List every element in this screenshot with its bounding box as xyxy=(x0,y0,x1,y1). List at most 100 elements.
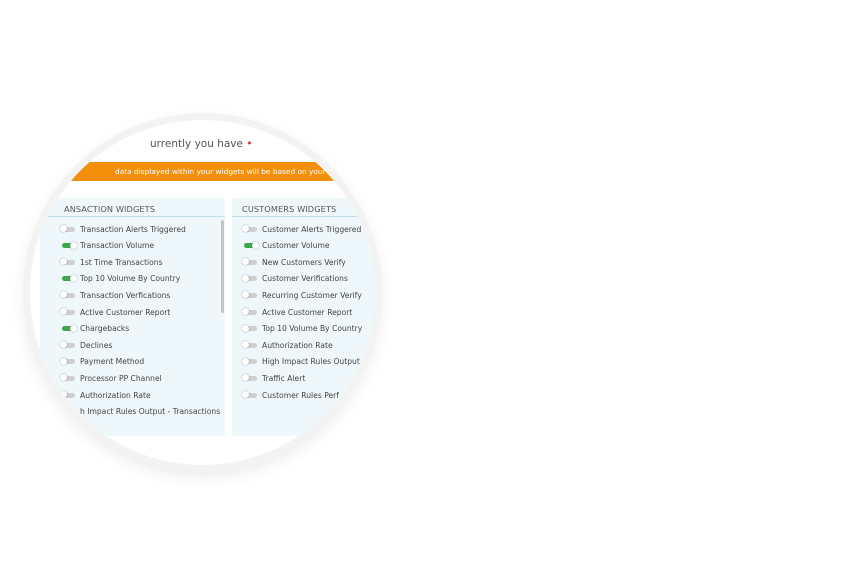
toggle-knob xyxy=(242,341,249,349)
panel-title: CUSTOMERS WIDGETS xyxy=(242,204,337,214)
widget-toggle-row[interactable]: Payment Method xyxy=(60,356,145,368)
notice-text: urrently you have xyxy=(150,138,243,150)
toggle-knob xyxy=(70,324,77,332)
widget-label: Payment Method xyxy=(80,357,145,367)
widget-label: Transaction Verfications xyxy=(80,290,171,300)
widget-toggle-row[interactable]: Top 10 Volume By Country xyxy=(242,323,363,335)
panel-divider xyxy=(232,216,375,217)
widget-label: 1st Time Transactions xyxy=(80,257,163,267)
toggle-switch[interactable] xyxy=(60,407,75,415)
widget-toggle-row[interactable]: Chargebacks xyxy=(62,323,129,335)
toggle-switch[interactable] xyxy=(60,357,75,365)
widget-label: Recurring Customer Verify xyxy=(262,290,362,300)
toggle-switch[interactable] xyxy=(60,424,75,432)
widget-toggle-row[interactable]: Processor PP Channel xyxy=(60,372,162,384)
toggle-switch[interactable] xyxy=(244,241,259,249)
toggle-switch[interactable] xyxy=(60,258,75,266)
widget-label: Customer Alerts Triggered xyxy=(262,224,362,234)
toggle-switch[interactable] xyxy=(242,308,257,315)
toggle-knob xyxy=(60,291,67,299)
scrollbar-thumb[interactable] xyxy=(221,220,224,313)
toggle-switch[interactable] xyxy=(62,241,77,249)
toggle-switch[interactable] xyxy=(242,374,257,382)
panel-divider xyxy=(40,216,225,217)
info-banner: data displayed within your widgets will … xyxy=(40,162,375,181)
widget-label: New Customers Verify xyxy=(262,257,346,267)
widget-label: Customer Verifications xyxy=(262,274,348,284)
toggle-knob xyxy=(60,341,67,349)
widget-toggle-row[interactable]: Transaction Alerts Triggered xyxy=(60,223,186,235)
toggle-switch[interactable] xyxy=(60,291,75,299)
toggle-knob xyxy=(242,291,249,299)
toggle-knob xyxy=(60,258,67,266)
toggle-switch[interactable] xyxy=(242,341,257,349)
widget-toggle-row[interactable]: Traffic Alert xyxy=(242,372,305,384)
toggle-knob xyxy=(70,274,77,282)
toggle-knob xyxy=(242,274,249,282)
toggle-switch[interactable] xyxy=(60,391,75,398)
toggle-switch[interactable] xyxy=(242,357,257,365)
widget-toggle-row[interactable]: Customer Alerts Triggered xyxy=(242,223,362,235)
toggle-switch[interactable] xyxy=(242,225,257,232)
transaction-widgets-panel: ANSACTION WIDGETS Transaction Alerts Tri… xyxy=(40,198,225,436)
widget-label: Processor PP Channel xyxy=(80,373,162,383)
toggle-knob xyxy=(242,258,249,266)
toggle-knob xyxy=(60,424,67,432)
toggle-knob xyxy=(70,241,77,249)
toggle-switch[interactable] xyxy=(60,341,75,349)
toggle-knob xyxy=(60,225,67,232)
widget-toggle-row[interactable]: Active Customer Report xyxy=(60,306,170,318)
widget-label: High Impact Rules Output xyxy=(262,357,360,367)
toggle-switch[interactable] xyxy=(242,291,257,299)
toggle-switch[interactable] xyxy=(242,391,257,398)
widget-toggle-row[interactable]: h Impact Rules Output - Transactions xyxy=(60,406,221,418)
widget-toggle-row[interactable]: New Customers Verify xyxy=(242,256,346,268)
widget-toggle-row[interactable]: Customer Rules Perf xyxy=(242,389,339,401)
zoomed-dashboard: urrently you have • data displayed withi… xyxy=(30,120,375,465)
widget-label: h Impact Rules Output - Transactions xyxy=(80,407,221,417)
toggle-switch[interactable] xyxy=(242,274,257,282)
widget-toggle-row[interactable]: Active Customer Report xyxy=(242,306,353,318)
widget-label: Authorization Rate xyxy=(262,340,333,350)
widget-toggle-row[interactable]: Customer Volume xyxy=(244,240,330,252)
toggle-knob xyxy=(242,324,249,332)
toggle-knob xyxy=(60,407,67,415)
banner-text: data displayed within your widgets will … xyxy=(115,167,326,176)
toggle-knob xyxy=(242,308,249,315)
toggle-knob xyxy=(60,391,67,398)
widget-toggle-row[interactable]: High Impact Rules Output xyxy=(242,356,360,368)
toggle-switch[interactable] xyxy=(62,274,77,282)
widget-toggle-row[interactable]: Transaction Volume xyxy=(62,240,154,252)
widget-toggle-row[interactable]: Transaction Verfications xyxy=(60,289,171,301)
toggle-knob xyxy=(60,374,67,382)
toggle-switch[interactable] xyxy=(60,374,75,382)
toggle-switch[interactable] xyxy=(60,225,75,232)
widget-toggle-row[interactable]: rt xyxy=(60,422,87,434)
widget-label: rt xyxy=(80,423,87,433)
widget-toggle-row[interactable]: Declines xyxy=(60,339,113,351)
widget-toggle-row[interactable]: Recurring Customer Verify xyxy=(242,289,362,301)
panel-title: ANSACTION WIDGETS xyxy=(64,204,156,214)
toggle-knob xyxy=(242,391,249,398)
toggle-knob xyxy=(242,374,249,382)
widget-label: Customer Volume xyxy=(262,241,330,251)
alert-dot: • xyxy=(246,138,253,150)
widget-toggle-row[interactable]: 1st Time Transactions xyxy=(60,256,163,268)
widget-label: Active Customer Report xyxy=(262,307,353,317)
widget-toggle-row[interactable]: Customer Verifications xyxy=(242,273,348,285)
toggle-knob xyxy=(60,308,67,315)
widget-toggle-row[interactable]: Authorization Rate xyxy=(60,389,151,401)
toggle-switch[interactable] xyxy=(60,308,75,315)
toggle-knob xyxy=(242,225,249,232)
widget-toggle-row[interactable]: Authorization Rate xyxy=(242,339,333,351)
toggle-switch[interactable] xyxy=(62,324,77,332)
toggle-knob xyxy=(252,241,259,249)
widget-label: Authorization Rate xyxy=(80,390,151,400)
widget-label: Top 10 Volume By Country xyxy=(262,324,363,334)
magnifier-lens: urrently you have • data displayed withi… xyxy=(30,120,375,465)
toggle-switch[interactable] xyxy=(242,324,257,332)
widget-label: Declines xyxy=(80,340,113,350)
toggle-knob xyxy=(60,357,67,365)
toggle-switch[interactable] xyxy=(242,258,257,266)
widget-toggle-row[interactable]: Top 10 Volume By Country xyxy=(62,273,180,285)
